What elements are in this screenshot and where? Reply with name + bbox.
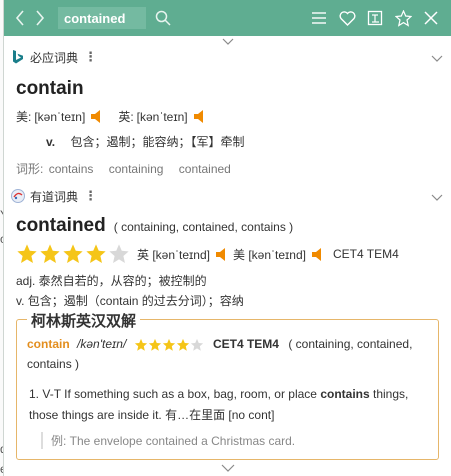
youdao-dict-collapse-button[interactable] [431, 189, 443, 204]
us-phonetic: [kənˈteɪn] [34, 109, 86, 124]
collins-example: 例: The envelope contained a Christmas ca… [41, 432, 428, 449]
bing-dict-collapse-button[interactable] [431, 50, 443, 65]
sense-pos: V-T [42, 387, 61, 401]
search-button[interactable] [154, 9, 172, 27]
collins-title: 柯林斯英汉双解 [27, 310, 141, 331]
search-icon [155, 10, 171, 26]
collins-levels: CET4 TEM4 [212, 337, 279, 351]
youdao-levels: CET4 TEM4 [332, 247, 399, 261]
chevron-down-icon [222, 38, 233, 45]
definition-text: 包含；遏制；能容纳；【军】牵制 [70, 135, 245, 149]
bing-dict-name: 必应词典 [30, 50, 79, 65]
favorite-button[interactable] [333, 6, 361, 30]
wordbook-button[interactable] [361, 6, 389, 30]
sense-text: If something such as a box, bag, room, o… [64, 387, 317, 401]
menu-icon [312, 12, 326, 24]
collins-phonetic: /kən'teɪn/ [77, 337, 127, 351]
bing-dict-header: 必应词典 ⋮ [4, 46, 451, 68]
word-form[interactable]: contained [179, 162, 231, 176]
bing-dict-menu-button[interactable]: ⋮ [84, 49, 97, 65]
star-empty-icon [109, 244, 129, 263]
sense-number: 1. [29, 387, 40, 401]
star-icon [162, 338, 175, 351]
youdao-rating-row: 英 [kənˈteɪnd] 美 [kənˈteɪnd] CET4 TEM4 [4, 237, 451, 265]
toolbar: contained [4, 0, 451, 36]
menu-button[interactable] [305, 6, 333, 30]
speaker-icon [215, 247, 225, 261]
back-button[interactable] [10, 6, 30, 30]
star-empty-icon [190, 338, 203, 351]
verb-definition: v. 包含；遏制（contain 的过去分词）；容纳 [16, 294, 244, 308]
star-icon [86, 244, 106, 263]
youdao-dict-header: 有道词典 ⋮ [4, 185, 451, 207]
dictionary-popup: contained 必应词典 ⋮ contain 美: [kənˈteɪn] 英… [3, 0, 451, 476]
close-icon [424, 11, 438, 25]
collins-headword: contain [27, 337, 70, 351]
uk-phonetic: [kənˈteɪn] [136, 109, 188, 124]
collapse-toggle[interactable] [4, 36, 451, 46]
chevron-right-icon [36, 10, 45, 26]
bing-definition: v. 包含；遏制；能容纳；【军】牵制 [4, 125, 451, 150]
collins-sense: 1. V-T If something such as a box, bag, … [27, 374, 428, 426]
bing-logo-icon [10, 49, 26, 65]
speaker-icon [311, 247, 321, 261]
us-pronounce-button[interactable] [91, 110, 102, 123]
forms-label: 词形: [16, 162, 44, 176]
word-form[interactable]: contains [49, 162, 94, 176]
star-icon [176, 338, 189, 351]
word-form[interactable]: containing [109, 162, 164, 176]
speaker-icon [193, 110, 203, 123]
collins-section: 柯林斯英汉双解 contain /kən'teɪn/ CET4 TEM4 ( c… [16, 310, 439, 460]
adj-definition: adj. 泰然自若的，从容的；被控制的 [16, 274, 207, 288]
youdao-uk-phonetic: 英 [kənˈteɪnd] [137, 247, 210, 262]
youdao-word-forms: ( containing, contained, contains ) [113, 220, 294, 234]
chevron-down-icon [221, 464, 234, 472]
star-icon [63, 244, 83, 263]
uk-pronounce-button[interactable] [193, 110, 205, 123]
collins-star-rating [134, 337, 207, 351]
pin-button[interactable] [389, 6, 417, 30]
pin-icon [394, 9, 412, 27]
chevron-down-icon [431, 194, 443, 201]
youdao-us-phonetic: 美 [kənˈteɪnd] [232, 247, 306, 262]
bing-word-forms: 词形: contains containing contained [4, 150, 451, 177]
speaker-icon [91, 110, 101, 123]
heart-icon [338, 10, 356, 26]
us-label: 美: [16, 110, 32, 124]
star-icon [134, 338, 147, 351]
youdao-dict-menu-button[interactable]: ⋮ [84, 188, 97, 204]
chevron-left-icon [15, 10, 24, 26]
chevron-down-icon [431, 55, 443, 62]
youdao-headword-row: contained ( containing, contained, conta… [4, 207, 451, 237]
star-icon [17, 244, 37, 263]
bing-headword: contain [16, 78, 84, 99]
sense-keyword: contains [320, 387, 370, 401]
youdao-star-rating [16, 243, 131, 265]
youdao-basic-definitions: adj. 泰然自若的，从容的；被控制的 v. 包含；遏制（contain 的过去… [4, 265, 451, 311]
part-of-speech: v. [46, 135, 56, 149]
youdao-headword: contained [16, 215, 106, 236]
search-input[interactable]: contained [58, 7, 146, 29]
youdao-logo-icon [10, 188, 26, 204]
star-icon [40, 244, 60, 263]
wordbook-icon [367, 10, 383, 26]
bing-phonetics: 美: [kənˈteɪn] 英: [kənˈteɪn] [4, 100, 451, 125]
close-button[interactable] [417, 6, 445, 30]
forward-button[interactable] [30, 6, 50, 30]
youdao-uk-pronounce-button[interactable] [215, 247, 227, 261]
bottom-expand-toggle[interactable] [4, 464, 451, 472]
star-icon [148, 338, 161, 351]
youdao-dict-name: 有道词典 [30, 189, 79, 204]
youdao-us-pronounce-button[interactable] [311, 247, 323, 261]
collins-headword-row: contain /kən'teɪn/ CET4 TEM4 ( containin… [27, 334, 428, 374]
uk-label: 英: [118, 110, 134, 124]
